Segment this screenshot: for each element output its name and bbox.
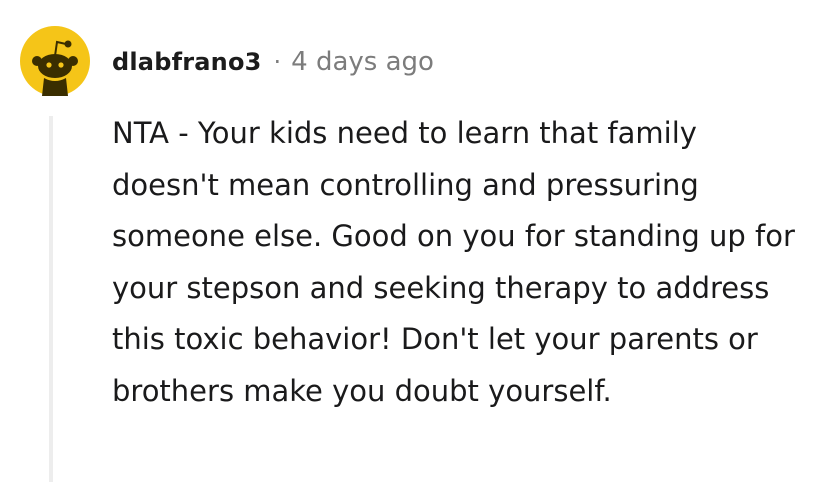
thread-line[interactable] (49, 116, 53, 482)
username-link[interactable]: dlabfrano3 (112, 48, 262, 76)
user-avatar-icon[interactable] (20, 26, 90, 96)
comment-body: NTA - Your kids need to learn that famil… (112, 116, 795, 408)
comment: dlabfrano3 · 4 days ago NTA - Your kids … (0, 0, 826, 482)
comment-header: dlabfrano3 · 4 days ago (112, 42, 434, 82)
timestamp[interactable]: 4 days ago (291, 47, 434, 77)
separator-dot: · (273, 48, 282, 76)
reddit-snoo-avatar-icon (20, 26, 90, 96)
